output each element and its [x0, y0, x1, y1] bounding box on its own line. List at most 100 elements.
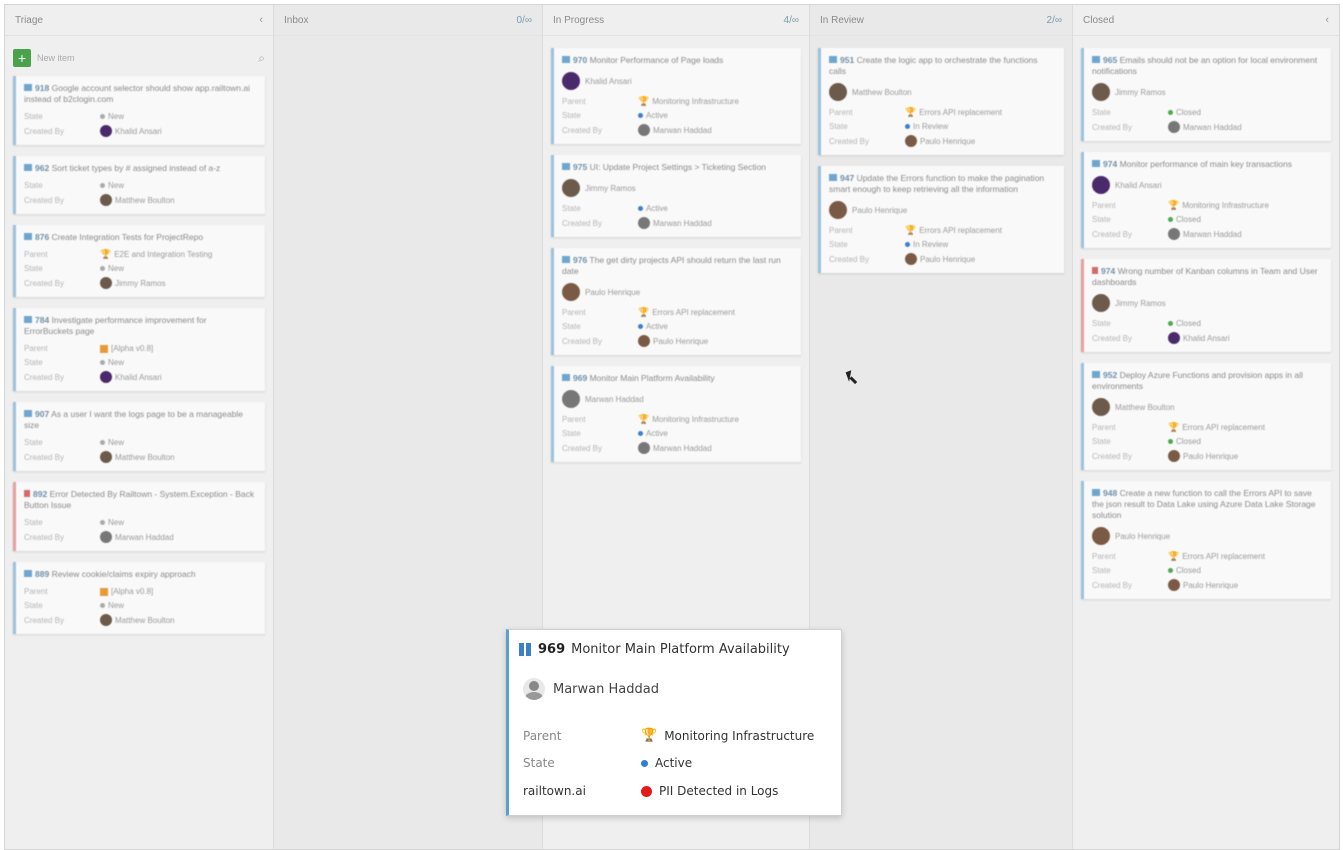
card-title[interactable]: 974 Wrong number of Kanban columns in Te… [1092, 266, 1323, 288]
avatar [562, 283, 580, 301]
parent-value[interactable]: 🏆 Errors API replacement [1168, 551, 1265, 562]
created-by-label: Created By [829, 254, 870, 264]
card-field-row: Created By Marwan Haddad [562, 217, 793, 229]
work-item-card[interactable]: 962 Sort ticket types by # assigned inst… [13, 156, 265, 214]
state-label: State [1092, 437, 1111, 446]
parent-value[interactable]: 🏆 Monitoring Infrastructure [638, 96, 739, 107]
work-item-card[interactable]: 951 Create the logic app to orchestrate … [818, 48, 1064, 155]
search-icon[interactable]: ⌕ [258, 51, 265, 66]
card-assignee[interactable]: Jimmy Ramos [1092, 83, 1323, 101]
state-text: In Review [913, 240, 949, 249]
card-title[interactable]: 962 Sort ticket types by # assigned inst… [24, 163, 257, 174]
collapse-chevron-icon[interactable]: ‹ [1325, 14, 1329, 26]
card-assignee[interactable]: Paulo Henrique [1092, 527, 1323, 545]
assignee-name: Marwan Haddad [553, 681, 659, 697]
popup-title[interactable]: 969 Monitor Main Platform Availability [519, 642, 790, 657]
parent-value[interactable]: 🏆 Errors API replacement [905, 225, 1002, 236]
parent-value[interactable]: 🏆 Errors API replacement [1168, 422, 1265, 433]
work-item-card[interactable]: 947 Update the Errors function to make t… [818, 166, 1064, 273]
work-item-card[interactable]: 784 Investigate performance improvement … [13, 308, 265, 391]
state-value: Closed [1168, 107, 1201, 118]
work-item-card[interactable]: 969 Monitor Main Platform Availability Ma… [551, 366, 801, 462]
card-assignee[interactable]: Matthew Boulton [829, 83, 1056, 101]
work-item-card[interactable]: 918 Google account selector should show … [13, 76, 265, 145]
card-field-row: Created By Paulo Henrique [829, 253, 1056, 265]
card-assignee[interactable]: Paulo Henrique [829, 201, 1056, 219]
card-assignee[interactable]: Marwan Haddad [562, 390, 793, 408]
work-item-card[interactable]: 974 Monitor performance of main key tran… [1081, 152, 1331, 248]
card-field-row: Parent 🏆 Monitoring Infrastructure [1092, 200, 1323, 211]
card-title-text: The get dirty projects API should return… [562, 255, 781, 276]
parent-value[interactable]: [Alpha v0.8] [100, 343, 153, 354]
plus-icon: + [13, 49, 31, 67]
avatar [638, 335, 650, 347]
parent-value[interactable]: 🏆 Errors API replacement [905, 107, 1002, 118]
card-title[interactable]: 965 Emails should not be an option for l… [1092, 55, 1323, 77]
created-by-label: Created By [562, 443, 603, 453]
work-item-card[interactable]: 974 Wrong number of Kanban columns in Te… [1081, 259, 1331, 352]
work-item-card[interactable]: 889 Review cookie/claims expiry approach… [13, 562, 265, 634]
card-assignee[interactable]: Khalid Ansari [562, 72, 793, 90]
card-assignee[interactable]: Khalid Ansari [1092, 176, 1323, 194]
card-assignee[interactable]: Jimmy Ramos [562, 179, 793, 197]
state-text: New [108, 112, 125, 121]
avatar [100, 614, 112, 626]
popup-assignee[interactable]: Marwan Haddad [523, 678, 659, 700]
work-item-card[interactable]: 965 Emails should not be an option for l… [1081, 48, 1331, 141]
column-count: 2/∞ [1046, 14, 1062, 26]
state-value: In Review [905, 239, 948, 250]
new-item-button[interactable]: + New item ⌕ [13, 48, 265, 68]
work-item-card[interactable]: 907 As a user I want the logs page to be… [13, 402, 265, 471]
card-title[interactable]: 947 Update the Errors function to make t… [829, 173, 1056, 195]
card-title[interactable]: 889 Review cookie/claims expiry approach [24, 569, 257, 580]
parent-value[interactable]: 🏆 Errors API replacement [638, 307, 735, 318]
collapse-chevron-icon[interactable]: ‹ [259, 14, 263, 26]
card-title[interactable]: 970 Monitor Performance of Page loads [562, 55, 793, 66]
work-item-card[interactable]: 976 The get dirty projects API should re… [551, 248, 801, 355]
bug-icon [1092, 267, 1098, 274]
work-item-card[interactable]: 975 UI: Update Project Settings > Ticket… [551, 155, 801, 237]
card-title[interactable]: 952 Deploy Azure Functions and provision… [1092, 370, 1323, 392]
card-field-row: State New [24, 180, 257, 191]
work-item-card[interactable]: 892 Error Detected By Railtown - System.… [13, 482, 265, 551]
state-text: Active [646, 111, 668, 120]
avatar [562, 72, 580, 90]
work-item-card[interactable]: 952 Deploy Azure Functions and provision… [1081, 363, 1331, 470]
card-assignee[interactable]: Jimmy Ramos [1092, 294, 1323, 312]
card-title[interactable]: 969 Monitor Main Platform Availability [562, 373, 793, 384]
parent-value[interactable]: Monitoring Infrastructure [664, 729, 814, 743]
trophy-icon: 🏆 [905, 107, 917, 117]
card-title[interactable]: 948 Create a new function to call the Er… [1092, 488, 1323, 521]
trophy-icon: 🏆 [1168, 551, 1180, 561]
parent-value[interactable]: 🏆 Monitoring Infrastructure [1168, 200, 1269, 211]
parent-value[interactable]: 🏆 Monitoring Infrastructure [638, 414, 739, 425]
created-by-label: Created By [562, 336, 603, 346]
card-title-text: UI: Update Project Settings > Ticketing … [589, 162, 767, 172]
parent-value[interactable]: [Alpha v0.8] [100, 586, 153, 597]
card-title[interactable]: 918 Google account selector should show … [24, 83, 257, 105]
state-label: State [562, 111, 581, 120]
card-title[interactable]: 974 Monitor performance of main key tran… [1092, 159, 1323, 170]
parent-value[interactable]: 🏆 E2E and Integration Testing [100, 249, 212, 260]
work-item-card[interactable]: 948 Create a new function to call the Er… [1081, 481, 1331, 599]
work-item-hover-card[interactable]: 969 Monitor Main Platform Availability M… [506, 629, 842, 816]
parent-text: Errors API replacement [652, 308, 735, 317]
created-by-label: Created By [829, 136, 870, 146]
work-item-card[interactable]: 970 Monitor Performance of Page loads Kha… [551, 48, 801, 144]
card-title[interactable]: 975 UI: Update Project Settings > Ticket… [562, 162, 793, 173]
state-value: Closed [1168, 318, 1201, 329]
card-title[interactable]: 907 As a user I want the logs page to be… [24, 409, 257, 431]
card-title[interactable]: 876 Create Integration Tests for Project… [24, 232, 257, 243]
parent-label: Parent [1092, 423, 1116, 432]
card-assignee[interactable]: Paulo Henrique [562, 283, 793, 301]
card-assignee[interactable]: Matthew Boulton [1092, 398, 1323, 416]
card-title-text: Emails should not be an option for local… [1092, 55, 1318, 76]
card-id: 947 [840, 173, 855, 183]
state-text: In Review [913, 122, 949, 131]
card-title[interactable]: 976 The get dirty projects API should re… [562, 255, 793, 277]
state-value: New [100, 357, 124, 368]
card-title[interactable]: 892 Error Detected By Railtown - System.… [24, 489, 257, 511]
work-item-card[interactable]: 876 Create Integration Tests for Project… [13, 225, 265, 297]
card-title[interactable]: 784 Investigate performance improvement … [24, 315, 257, 337]
card-title[interactable]: 951 Create the logic app to orchestrate … [829, 55, 1056, 77]
